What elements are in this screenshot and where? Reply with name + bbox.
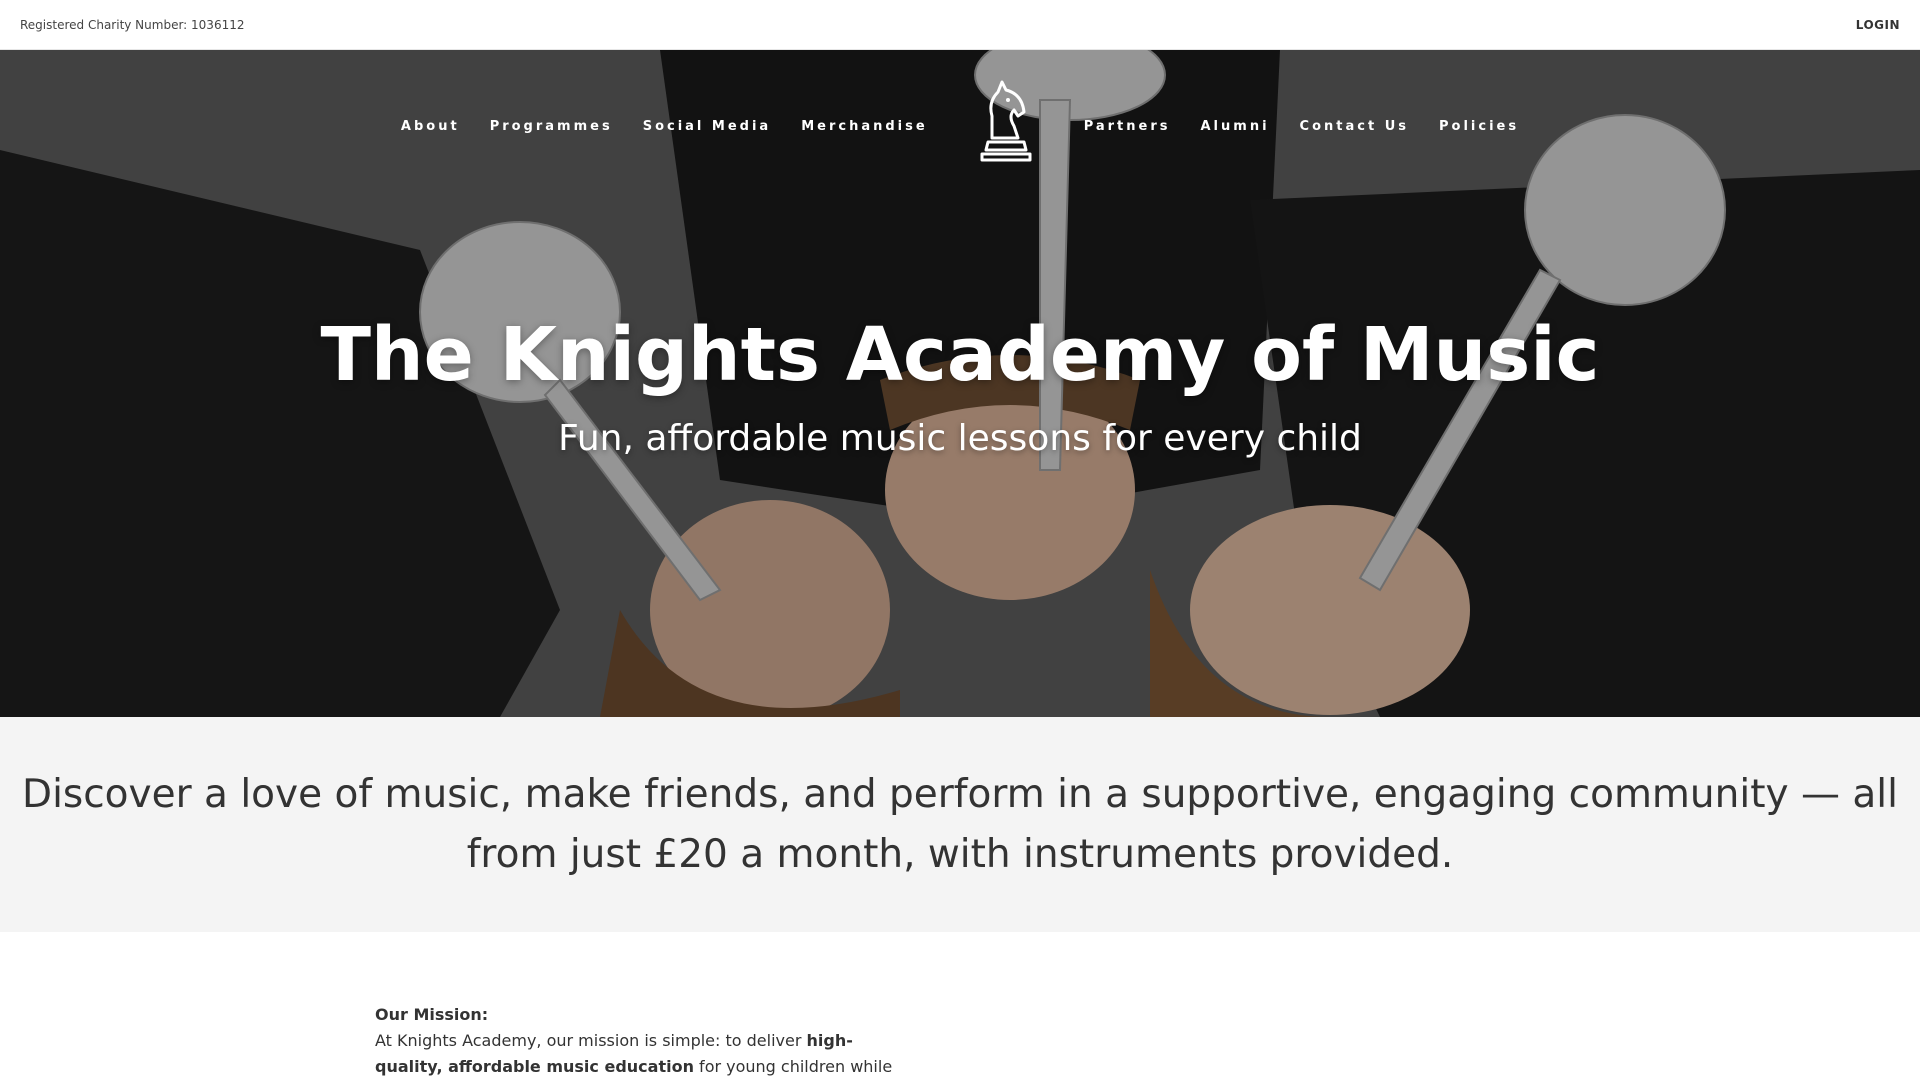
nav-item-merchandise[interactable]: Merchandise <box>786 119 942 134</box>
nav-item-partners[interactable]: Partners <box>1069 119 1186 134</box>
nav-left: About Programmes Social Media Merchandis… <box>386 119 943 134</box>
main-nav: About Programmes Social Media Merchandis… <box>0 80 1920 166</box>
nav-right: Partners Alumni Contact Us Policies <box>1069 119 1534 134</box>
knight-logo-icon[interactable] <box>961 74 1051 166</box>
top-bar: Registered Charity Number: 1036112 LOGIN <box>0 0 1920 50</box>
mission-text: At Knights Academy, our mission is simpl… <box>375 1031 807 1050</box>
knight-chess-piece-icon <box>980 80 1032 162</box>
tagline-text: Discover a love of music, make friends, … <box>22 771 1898 877</box>
login-link[interactable]: LOGIN <box>1856 18 1900 32</box>
nav-item-contact-us[interactable]: Contact Us <box>1285 119 1424 134</box>
nav-item-programmes[interactable]: Programmes <box>475 119 628 134</box>
mission-section: Our Mission: At Knights Academy, our mis… <box>375 1002 915 1080</box>
nav-item-alumni[interactable]: Alumni <box>1186 119 1285 134</box>
nav-item-about[interactable]: About <box>386 119 475 134</box>
hero-banner: About Programmes Social Media Merchandis… <box>0 50 1920 717</box>
charity-number: Registered Charity Number: 1036112 <box>20 17 245 32</box>
nav-item-social-media[interactable]: Social Media <box>628 119 787 134</box>
hero-subtitle: Fun, affordable music lessons for every … <box>558 418 1362 459</box>
nav-item-policies[interactable]: Policies <box>1424 119 1534 134</box>
mission-heading: Our Mission: <box>375 1005 489 1024</box>
hero-title: The Knights Academy of Music <box>320 312 1600 398</box>
tagline-band: Discover a love of music, make friends, … <box>0 717 1920 932</box>
